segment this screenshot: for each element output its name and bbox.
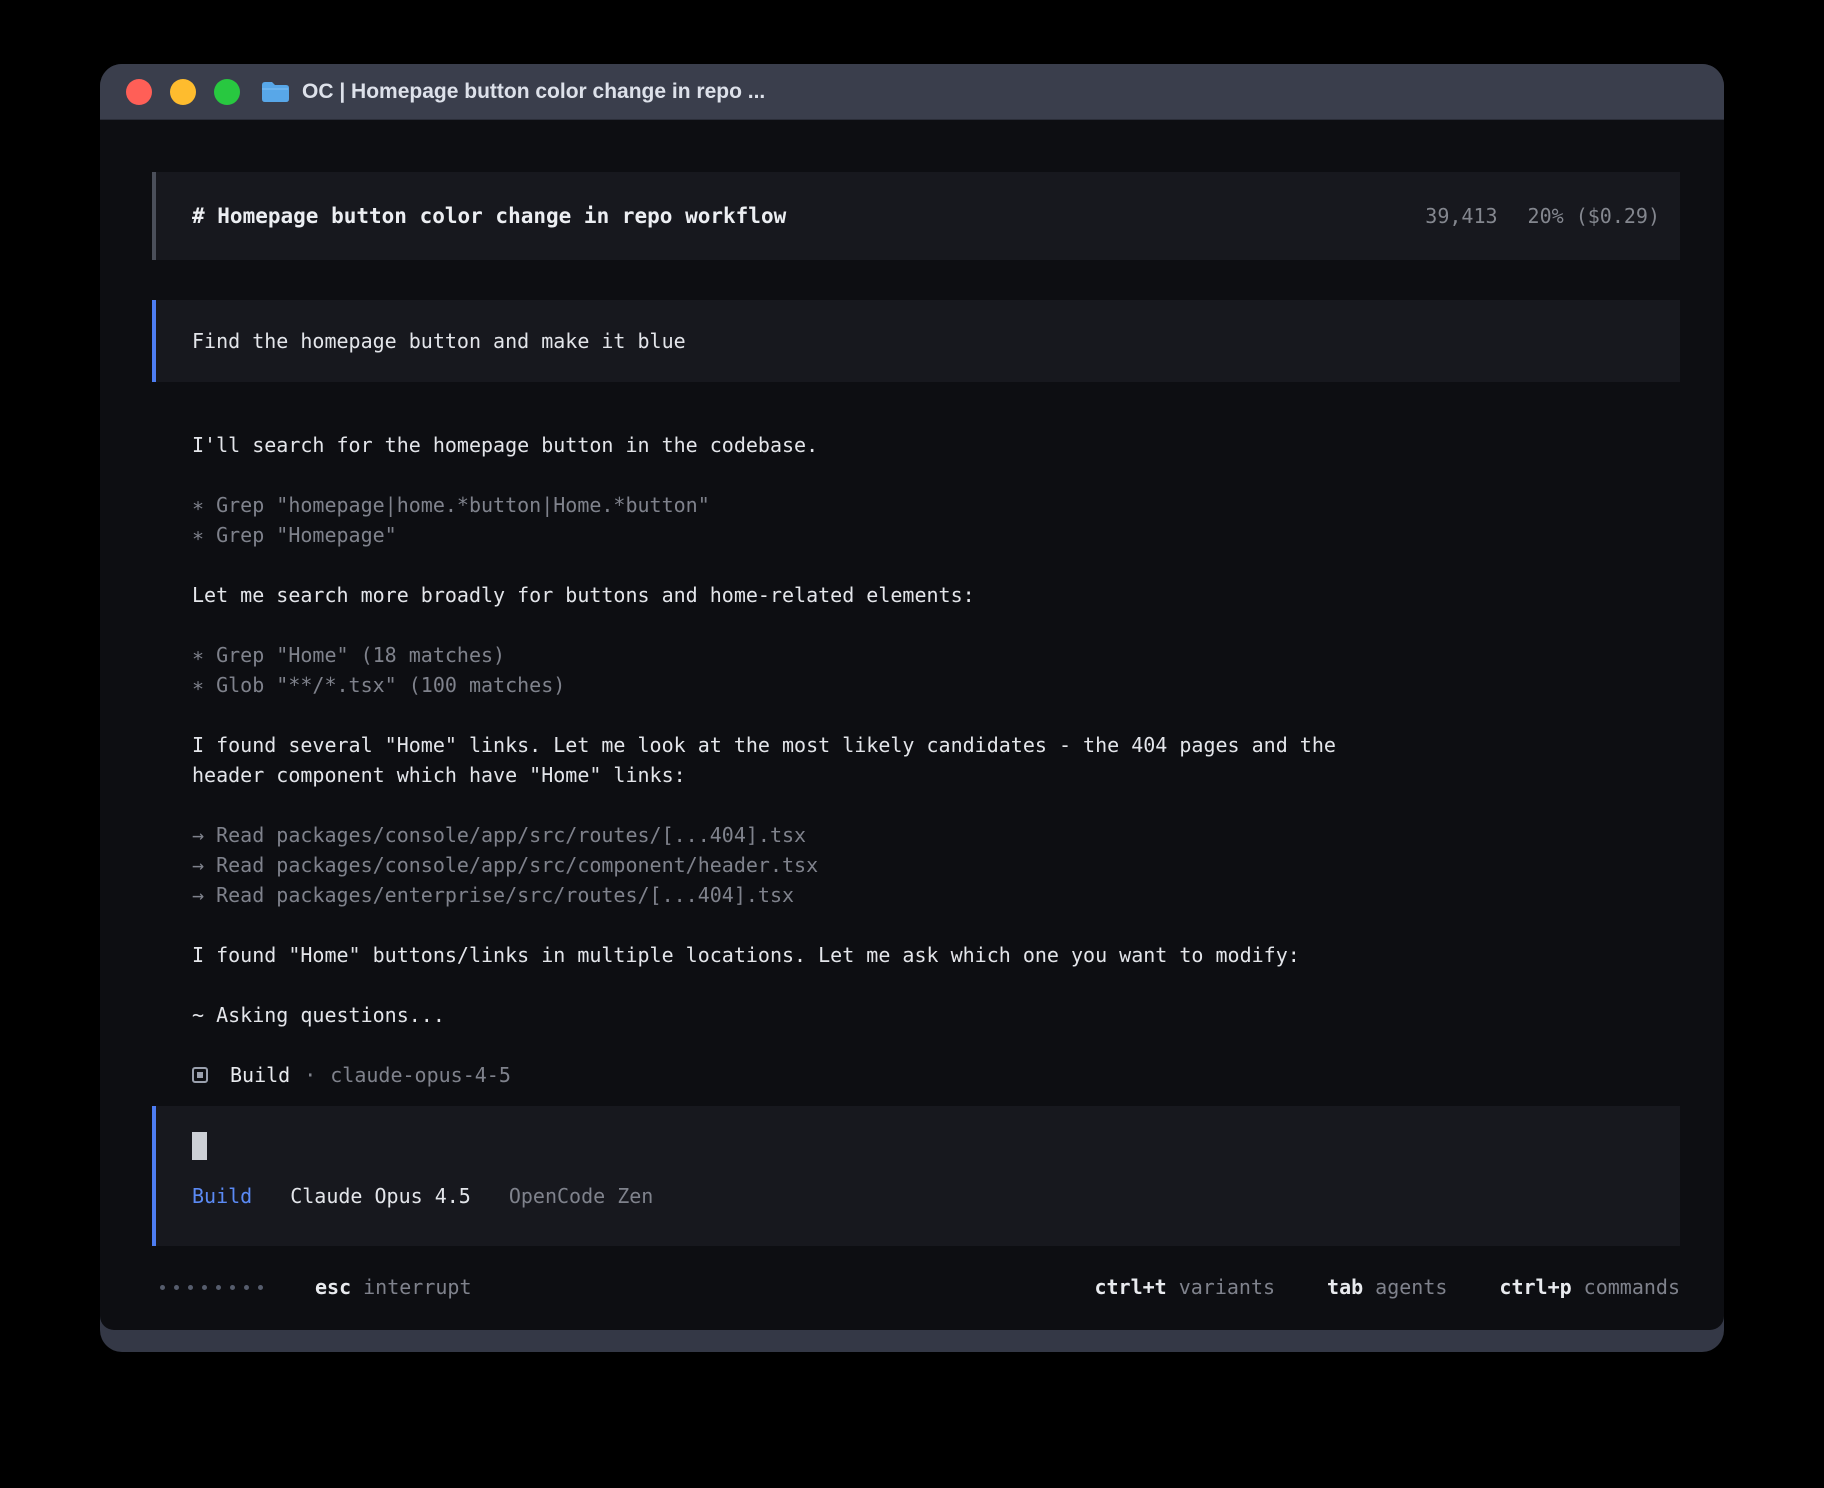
- tool-call-line: ∗ Grep "homepage|home.*button|Home.*butt…: [192, 490, 1680, 520]
- assistant-text-line: I found "Home" buttons/links in multiple…: [192, 940, 1680, 970]
- agent-name: Build: [230, 1060, 290, 1090]
- status-left: esc interrupt: [160, 1272, 472, 1302]
- status-right: ctrl+t variants tab agents ctrl+p comman…: [1094, 1272, 1680, 1302]
- window-title: OC | Homepage button color change in rep…: [302, 80, 765, 104]
- tool-call-line: ∗ Glob "**/*.tsx" (100 matches): [192, 670, 1680, 700]
- conversation: I'll search for the homepage button in t…: [152, 430, 1680, 1090]
- zoom-button[interactable]: [214, 79, 240, 105]
- provider-label: OpenCode Zen: [509, 1184, 654, 1208]
- session-title: # Homepage button color change in repo w…: [192, 204, 786, 228]
- folder-icon: [260, 80, 290, 104]
- close-button[interactable]: [126, 79, 152, 105]
- agent-separator: ·: [304, 1060, 316, 1090]
- session-stats: 39,413 20% ($0.29): [1425, 204, 1660, 228]
- hint-label: agents: [1375, 1272, 1447, 1302]
- hint-agents: tab agents: [1327, 1272, 1447, 1302]
- tool-call-line: → Read packages/console/app/src/routes/[…: [192, 820, 1680, 850]
- minimize-button[interactable]: [170, 79, 196, 105]
- status-bar: esc interrupt ctrl+t variants tab agents…: [152, 1272, 1680, 1302]
- prompt-input[interactable]: Build Claude Opus 4.5 OpenCode Zen: [152, 1106, 1680, 1246]
- assistant-text-line: Let me search more broadly for buttons a…: [192, 580, 1680, 610]
- assistant-text-line: header component which have "Home" links…: [192, 760, 1680, 790]
- status-line: ~ Asking questions...: [192, 1000, 1680, 1030]
- agent-icon: [192, 1067, 208, 1083]
- window-titlebar: OC | Homepage button color change in rep…: [100, 64, 1724, 120]
- agent-status-row: Build · claude-opus-4-5: [192, 1060, 1680, 1090]
- traffic-lights: [126, 79, 240, 105]
- session-header: # Homepage button color change in repo w…: [152, 172, 1680, 260]
- context-usage: 20% ($0.29): [1528, 204, 1660, 228]
- terminal-content: # Homepage button color change in repo w…: [100, 120, 1724, 1330]
- hint-key: tab: [1327, 1272, 1363, 1302]
- terminal-window: OC | Homepage button color change in rep…: [100, 64, 1724, 1352]
- esc-hint-label: interrupt: [363, 1272, 471, 1302]
- model-label: Claude Opus 4.5: [290, 1184, 471, 1208]
- hint-label: commands: [1584, 1272, 1680, 1302]
- tool-call-line: → Read packages/enterprise/src/routes/[.…: [192, 880, 1680, 910]
- assistant-text-line: I'll search for the homepage button in t…: [192, 430, 1680, 460]
- hint-label: variants: [1179, 1272, 1275, 1302]
- user-message: Find the homepage button and make it blu…: [152, 300, 1680, 382]
- spinner-icon: [160, 1285, 263, 1290]
- hint-variants: ctrl+t variants: [1094, 1272, 1275, 1302]
- assistant-text-line: I found several "Home" links. Let me loo…: [192, 730, 1680, 760]
- esc-key-label: esc: [315, 1272, 351, 1302]
- text-cursor: [192, 1132, 207, 1160]
- tool-call-line: ∗ Grep "Home" (18 matches): [192, 640, 1680, 670]
- agent-model: claude-opus-4-5: [330, 1060, 511, 1090]
- input-meta: Build Claude Opus 4.5 OpenCode Zen: [192, 1184, 1680, 1208]
- mode-label: Build: [192, 1184, 252, 1208]
- token-count: 39,413: [1425, 204, 1497, 228]
- hint-commands: ctrl+p commands: [1499, 1272, 1680, 1302]
- tool-call-line: → Read packages/console/app/src/componen…: [192, 850, 1680, 880]
- hint-key: ctrl+p: [1499, 1272, 1571, 1302]
- hint-key: ctrl+t: [1094, 1272, 1166, 1302]
- tool-call-line: ∗ Grep "Homepage": [192, 520, 1680, 550]
- user-message-text: Find the homepage button and make it blu…: [192, 329, 686, 353]
